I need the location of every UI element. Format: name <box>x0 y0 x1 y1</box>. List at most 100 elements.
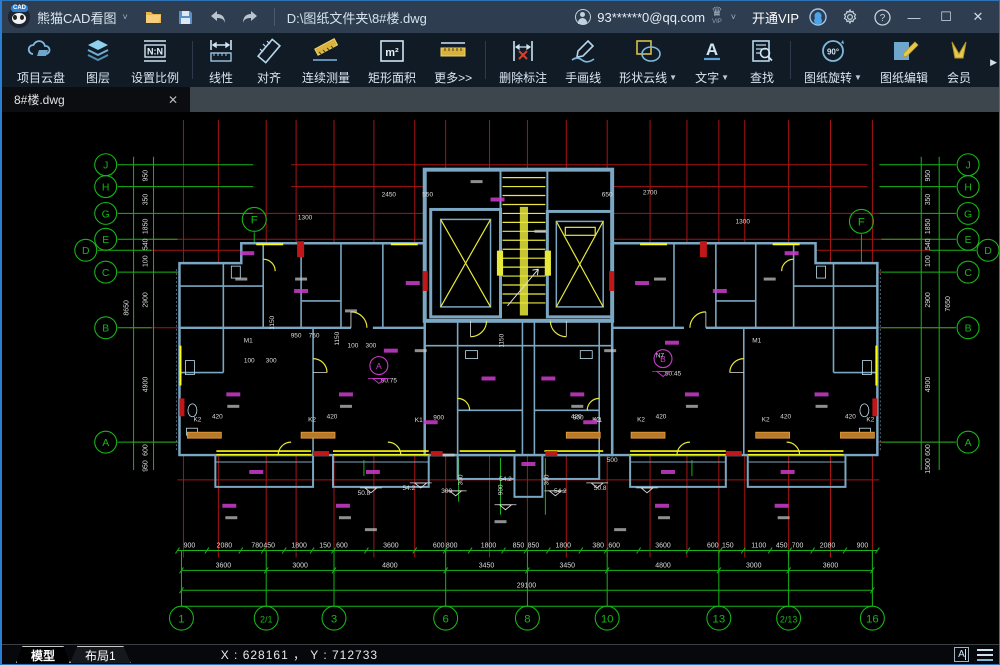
svg-text:300: 300 <box>543 474 550 485</box>
close-button[interactable]: ✕ <box>965 6 991 28</box>
undo-icon[interactable] <box>205 6 231 28</box>
save-icon[interactable] <box>173 6 199 28</box>
text-style-icon[interactable]: A <box>954 647 969 662</box>
settings-gear-icon[interactable] <box>837 6 863 28</box>
dropdown-caret-icon: ▼ <box>669 73 677 82</box>
svg-text:3: 3 <box>331 613 337 625</box>
account-email: 93******0@qq.com <box>597 10 705 25</box>
svg-text:420: 420 <box>656 413 667 420</box>
svg-text:M1: M1 <box>752 338 761 345</box>
svg-text:8650: 8650 <box>124 300 131 316</box>
svg-text:420: 420 <box>571 413 582 420</box>
svg-text:950: 950 <box>143 460 150 472</box>
toolbar-button-text[interactable]: A 文字▼ <box>686 35 738 85</box>
toolbar-button-layers[interactable]: 图层 <box>74 35 122 85</box>
svg-text:150: 150 <box>722 543 734 550</box>
list-menu-icon[interactable] <box>977 649 993 661</box>
toolbar-button-drawing-edit[interactable]: 图纸编辑 <box>871 35 937 85</box>
app-menu-chevron-icon[interactable]: ˅ <box>122 12 127 22</box>
find-icon <box>747 38 777 69</box>
floorplan-drawing: 9002080780450180015060036006008001800850… <box>2 112 999 644</box>
svg-text:16: 16 <box>866 613 879 625</box>
svg-text:600: 600 <box>433 543 445 550</box>
svg-text:E: E <box>965 235 972 246</box>
open-folder-icon[interactable] <box>141 6 167 28</box>
svg-text:13: 13 <box>713 613 726 625</box>
scale-ratio-icon: N:N <box>138 38 172 69</box>
minimize-button[interactable]: — <box>901 6 927 28</box>
document-tab[interactable]: 8#楼.dwg ✕ <box>2 87 190 112</box>
cloud-disk-icon <box>26 38 56 69</box>
cad-drawing-canvas[interactable]: 9002080780450180015060036006008001800850… <box>2 112 999 644</box>
titlebar-separator <box>274 8 275 26</box>
svg-text:750: 750 <box>309 333 320 340</box>
toolbar-button-linear-measure[interactable]: 线性 <box>197 35 245 85</box>
toolbar-overflow-icon[interactable]: ▶ <box>990 57 997 68</box>
svg-text:2080: 2080 <box>217 543 233 550</box>
svg-text:1800: 1800 <box>481 543 497 550</box>
rotate-90-icon: 90° <box>818 38 848 69</box>
svg-text:?: ? <box>879 13 885 24</box>
app-name: 熊猫CAD看图 <box>37 8 116 27</box>
svg-text:N7: N7 <box>656 353 665 360</box>
toolbar-button-set-scale[interactable]: N:N 设置比例 <box>122 35 188 85</box>
help-icon[interactable]: ? <box>869 6 895 28</box>
tab-close-icon[interactable]: ✕ <box>164 93 182 107</box>
model-tab[interactable]: 模型 <box>16 646 70 663</box>
svg-text:J: J <box>965 161 970 172</box>
svg-text:F: F <box>858 217 865 229</box>
shape-cloud-icon <box>633 38 663 69</box>
svg-text:600: 600 <box>707 543 719 550</box>
layout1-tab[interactable]: 布局1 <box>70 646 131 663</box>
svg-text:800: 800 <box>446 543 458 550</box>
svg-text:A: A <box>376 361 382 371</box>
svg-text:7650: 7650 <box>945 296 952 312</box>
svg-text:K2: K2 <box>308 416 316 423</box>
toolbar-button-rect-area[interactable]: m² 矩形面积 <box>359 35 425 85</box>
svg-text:900: 900 <box>497 484 504 495</box>
toolbar-button-rotate-drawing[interactable]: 90° 图纸旋转▼ <box>795 35 871 85</box>
svg-text:4900: 4900 <box>143 377 150 393</box>
svg-text:3600: 3600 <box>216 562 232 569</box>
toolbar-button-project-cloud[interactable]: 项目云盘 <box>8 35 74 85</box>
toolbar-button-continuous-measure[interactable]: 连续测量 <box>293 35 359 85</box>
svg-text:1100: 1100 <box>751 543 766 550</box>
svg-text:380: 380 <box>592 543 604 550</box>
account-area[interactable]: 93******0@qq.com ♛VIP ˅ 开通VIP <box>575 7 799 27</box>
maximize-button[interactable]: ☐ <box>933 6 959 28</box>
redo-icon[interactable] <box>237 6 263 28</box>
cursor-coordinates: X : 628161 ， Y : 712733 <box>221 646 378 663</box>
toolbar-button-freehand-line[interactable]: 手画线 <box>556 35 610 85</box>
vip-crown-icon: ♛VIP <box>711 7 723 27</box>
svg-text:K2: K2 <box>637 416 645 423</box>
svg-text:950: 950 <box>291 333 302 340</box>
toolbar-button-shape-cloud[interactable]: 形状云线▼ <box>610 35 686 85</box>
svg-text:A: A <box>965 438 972 449</box>
toolbar-button-find[interactable]: 查找 <box>738 35 786 85</box>
svg-text:50.8: 50.8 <box>594 485 607 492</box>
vip-chevron-icon[interactable]: ˅ <box>731 12 736 22</box>
svg-text:550: 550 <box>422 192 433 199</box>
svg-text:300: 300 <box>365 343 376 350</box>
svg-text:420: 420 <box>327 413 338 420</box>
open-vip-button[interactable]: 开通VIP <box>752 8 799 27</box>
member-icon <box>946 38 972 69</box>
toolbar-button-more[interactable]: 更多>> <box>425 35 481 85</box>
svg-text:2450: 2450 <box>382 192 397 199</box>
svg-text:3450: 3450 <box>560 562 576 569</box>
toolbar-button-member[interactable]: 会员 <box>937 35 972 85</box>
svg-text:650: 650 <box>602 192 613 199</box>
toolbar-button-delete-annotation[interactable]: 删除标注 <box>490 35 556 85</box>
svg-text:350: 350 <box>925 194 932 206</box>
svg-text:1: 1 <box>178 613 184 625</box>
feedback-icon[interactable] <box>805 6 831 28</box>
svg-text:950: 950 <box>143 170 150 182</box>
toolbar-button-align[interactable]: 对齐 <box>245 35 293 85</box>
svg-text:600: 600 <box>608 543 620 550</box>
delete-annotation-icon <box>508 38 538 69</box>
svg-text:600: 600 <box>925 444 932 456</box>
svg-text:D: D <box>984 246 992 257</box>
svg-text:1300: 1300 <box>298 214 313 221</box>
svg-text:100: 100 <box>348 343 359 350</box>
svg-text:F: F <box>251 215 258 227</box>
